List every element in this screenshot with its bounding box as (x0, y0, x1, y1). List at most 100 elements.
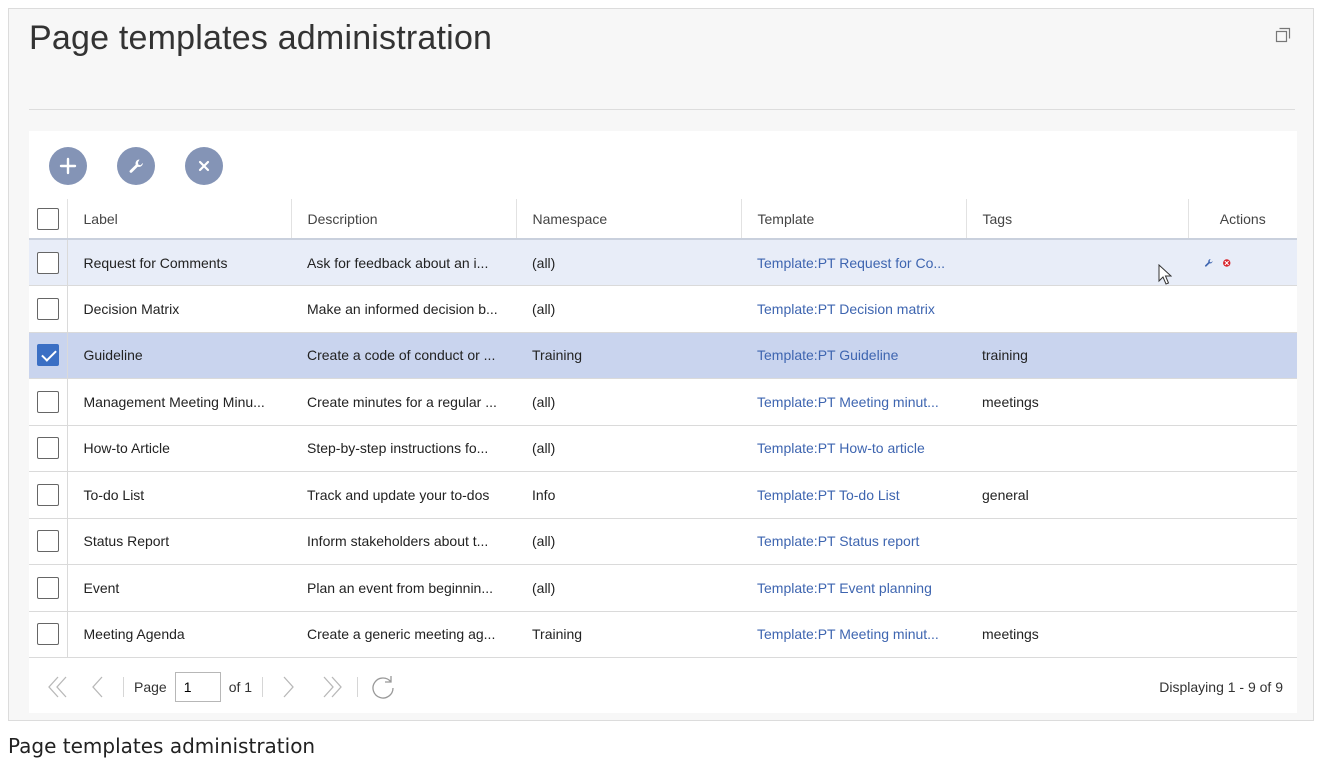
admin-frame: Page templates administration Label Desc… (8, 8, 1314, 721)
cell-namespace: (all) (516, 239, 741, 286)
cell-label: Meeting Agenda (67, 611, 291, 658)
column-header-description[interactable]: Description (290, 199, 516, 240)
refresh-button[interactable] (368, 672, 398, 702)
column-header-template[interactable]: Template (740, 199, 966, 240)
cell-actions (1188, 611, 1297, 658)
cell-namespace: Training (516, 611, 741, 658)
cell-tags (966, 285, 1188, 333)
template-link[interactable]: Template:PT Guideline (757, 347, 898, 363)
cell-description: Step-by-step instructions fo... (291, 425, 516, 472)
cell-description: Create minutes for a regular ... (291, 378, 516, 426)
cell-label: Request for Comments (67, 239, 291, 286)
table-row[interactable]: How-to Article Step-by-step instructions … (29, 425, 1297, 472)
row-checkbox[interactable] (36, 576, 59, 599)
row-checkbox[interactable] (36, 251, 59, 274)
mouse-pointer-icon (1158, 264, 1172, 285)
template-link[interactable]: Template:PT How-to article (757, 440, 925, 456)
last-page-button[interactable] (317, 672, 347, 702)
row-checkbox[interactable] (36, 344, 59, 367)
select-all-header (29, 199, 68, 240)
cell-template: Template:PT Meeting minut... (741, 611, 966, 658)
cell-label: Guideline (67, 332, 291, 379)
cell-label: How-to Article (67, 425, 291, 472)
row-select-cell (29, 564, 68, 612)
prev-page-button[interactable] (83, 672, 113, 702)
cell-description: Create a generic meeting ag... (291, 611, 516, 658)
row-checkbox[interactable] (36, 483, 59, 506)
page-count-label: of 1 (228, 679, 253, 695)
plus-icon (59, 157, 77, 175)
grid-body: Request for Comments Ask for feedback abo… (29, 239, 1297, 658)
page-number-input[interactable] (174, 672, 221, 702)
column-header-tags[interactable]: Tags (965, 199, 1188, 240)
delete-circle-icon[interactable] (1222, 254, 1232, 272)
cell-description: Make an informed decision b... (291, 285, 516, 333)
cell-actions (1188, 471, 1297, 519)
template-link[interactable]: Template:PT Decision matrix (757, 301, 935, 317)
templates-grid: Label Description Namespace Template Tag… (29, 199, 1297, 658)
next-page-button[interactable] (273, 672, 303, 702)
cell-description: Plan an event from beginnin... (291, 564, 516, 612)
template-link[interactable]: Template:PT Meeting minut... (757, 626, 939, 642)
template-link[interactable]: Template:PT Event planning (757, 580, 932, 596)
table-row[interactable]: To-do List Track and update your to-dos In… (29, 471, 1297, 519)
pager-separator (123, 677, 124, 697)
table-row[interactable]: Decision Matrix Make an informed decision… (29, 285, 1297, 333)
table-row[interactable]: Meeting Agenda Create a generic meeting a… (29, 611, 1297, 658)
cell-tags (966, 564, 1188, 612)
row-checkbox[interactable] (36, 297, 59, 320)
column-header-actions: Actions (1187, 199, 1297, 240)
double-chevron-left-icon (48, 676, 67, 698)
table-row[interactable]: Guideline Create a code of conduct or ...… (29, 332, 1297, 379)
table-row[interactable]: Status Report Inform stakeholders about t… (29, 518, 1297, 565)
cell-tags: meetings (966, 378, 1188, 426)
templates-panel: Label Description Namespace Template Tag… (29, 131, 1297, 713)
template-link[interactable]: Template:PT Request for Co... (757, 255, 945, 271)
refresh-icon (372, 676, 394, 699)
expand-icon[interactable] (1275, 27, 1291, 43)
row-checkbox[interactable] (36, 623, 59, 646)
cell-tags: training (966, 332, 1188, 379)
edit-button[interactable] (117, 147, 155, 185)
displaying-count: Displaying 1 - 9 of 9 (1159, 679, 1283, 695)
row-select-cell (29, 285, 68, 333)
cell-template: Template:PT Meeting minut... (741, 378, 966, 426)
pager-separator (262, 677, 264, 697)
close-icon (198, 160, 210, 172)
row-select-cell (29, 425, 68, 472)
wrench-icon[interactable] (1204, 254, 1214, 272)
template-link[interactable]: Template:PT To-do List (757, 487, 900, 503)
select-all-checkbox[interactable] (36, 207, 59, 230)
row-select-cell (29, 518, 68, 565)
table-row[interactable]: Request for Comments Ask for feedback abo… (29, 239, 1297, 286)
cell-description: Create a code of conduct or ... (291, 332, 516, 379)
cell-template: Template:PT Request for Co... (741, 239, 966, 286)
cell-label: To-do List (67, 471, 291, 519)
cell-namespace: (all) (516, 378, 741, 426)
table-row[interactable]: Management Meeting Minu... Create minutes… (29, 378, 1297, 426)
cell-template: Template:PT Event planning (741, 564, 966, 612)
double-chevron-right-icon (323, 676, 342, 698)
table-row[interactable]: Event Plan an event from beginnin... (all)… (29, 564, 1297, 612)
column-header-namespace[interactable]: Namespace (515, 199, 741, 240)
cell-actions (1188, 378, 1297, 426)
template-link[interactable]: Template:PT Status report (757, 533, 919, 549)
cell-actions (1188, 332, 1297, 379)
first-page-button[interactable] (43, 672, 73, 702)
add-button[interactable] (49, 147, 87, 185)
row-checkbox[interactable] (36, 437, 59, 460)
pagination-bar: Page of 1 Displaying 1 - 9 (29, 661, 1297, 713)
figure-caption: Page templates administration (8, 734, 316, 758)
cell-namespace: (all) (516, 564, 741, 612)
cell-template: Template:PT Status report (741, 518, 966, 565)
row-checkbox[interactable] (36, 390, 59, 413)
cell-actions (1188, 564, 1297, 612)
row-actions (1204, 254, 1281, 272)
cell-actions (1188, 239, 1297, 286)
cell-description: Ask for feedback about an i... (291, 239, 516, 286)
template-link[interactable]: Template:PT Meeting minut... (757, 394, 939, 410)
delete-button[interactable] (185, 147, 223, 185)
column-header-label[interactable]: Label (66, 199, 291, 240)
cell-template: Template:PT Guideline (741, 332, 966, 379)
row-checkbox[interactable] (36, 530, 59, 553)
